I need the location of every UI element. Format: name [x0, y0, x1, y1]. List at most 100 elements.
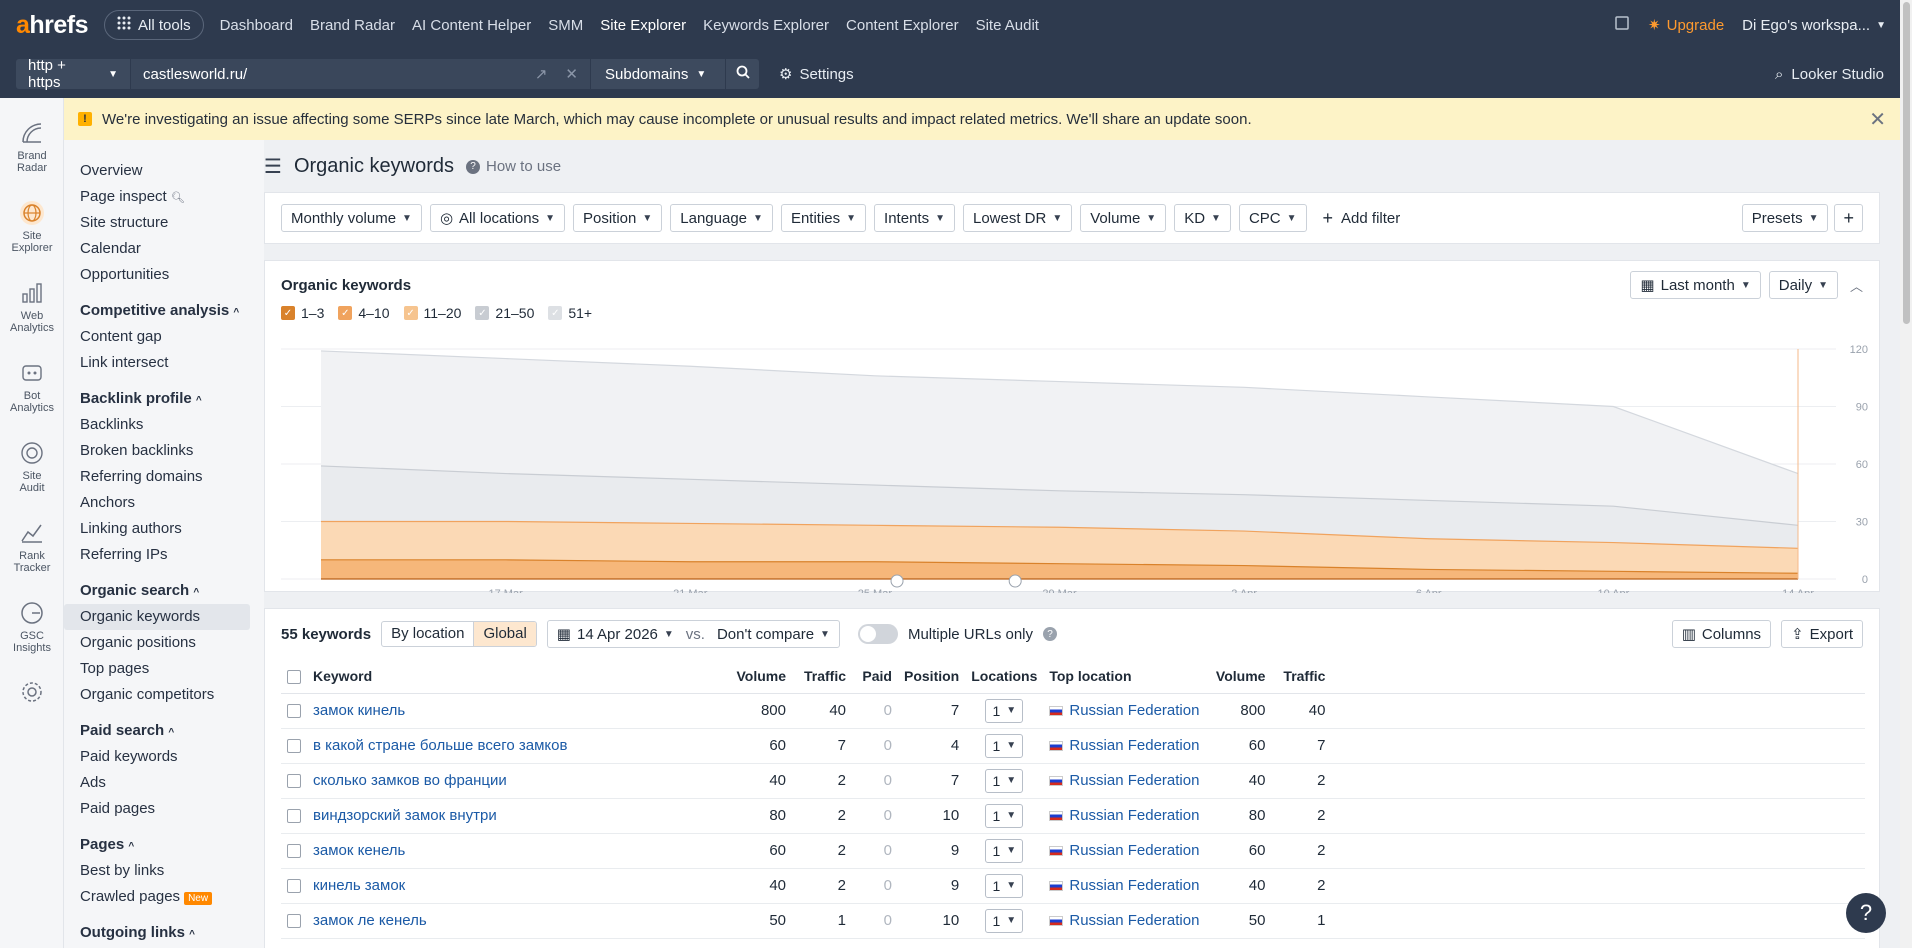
search-button[interactable] [725, 59, 759, 89]
top-location-link[interactable]: Russian Federation [1069, 737, 1199, 754]
locations-select[interactable]: 1 ▼ [985, 733, 1024, 758]
col-volume-2[interactable]: Volume [1205, 659, 1272, 694]
sidebar-item-calendar[interactable]: Calendar [64, 236, 250, 262]
keyword-link[interactable]: замок ле кенель [313, 912, 427, 929]
help-button[interactable]: ? [1846, 893, 1886, 933]
filter-volume[interactable]: Volume ▼ [1080, 204, 1167, 232]
workspace-menu[interactable]: Di Ego's workspa... ▼ [1742, 17, 1886, 34]
all-tools-button[interactable]: All tools [104, 10, 204, 40]
sidebar-item-organic-competitors[interactable]: Organic competitors [64, 682, 250, 708]
sidebar-item-page-inspect[interactable]: Page inspect 🔍︎ [64, 184, 250, 210]
by-location-button[interactable]: By location [382, 622, 473, 646]
row-checkbox[interactable] [281, 763, 307, 799]
col-top-location[interactable]: Top location [1043, 659, 1206, 694]
col-traffic-2[interactable]: Traffic [1271, 659, 1332, 694]
looker-studio-link[interactable]: ⌕ Looker Studio [1775, 66, 1884, 83]
how-to-use-link[interactable]: ? How to use [466, 158, 561, 175]
sidebar-group-competitive[interactable]: Competitive analysis ^ [64, 298, 264, 324]
row-checkbox[interactable] [281, 798, 307, 834]
filter-entities[interactable]: Entities ▼ [780, 204, 867, 232]
sidebar-group-pages[interactable]: Pages ^ [64, 832, 264, 858]
keyword-link[interactable]: сколько замков во франции [313, 772, 507, 789]
rail-site-explorer[interactable]: Site Explorer [0, 178, 64, 258]
row-checkbox[interactable] [281, 693, 307, 729]
top-location-link[interactable]: Russian Federation [1069, 807, 1199, 824]
nav-site-explorer[interactable]: Site Explorer [600, 17, 686, 34]
rail-gsc-insights[interactable]: GSC Insights [0, 578, 64, 658]
col-paid[interactable]: Paid [852, 659, 898, 694]
rail-settings[interactable] [0, 658, 64, 738]
sidebar-item-content-gap[interactable]: Content gap [64, 324, 250, 350]
sidebar-item-crawled-pages[interactable]: Crawled pages New [64, 884, 250, 910]
sidebar-item-broken-backlinks[interactable]: Broken backlinks [64, 438, 250, 464]
sidebar-item-referring-domains[interactable]: Referring domains [64, 464, 250, 490]
rail-brand-radar[interactable]: Brand Radar [0, 98, 64, 178]
settings-button[interactable]: ⚙ Settings [779, 65, 854, 84]
multiple-urls-toggle[interactable] [857, 624, 898, 644]
sidebar-item-site-structure[interactable]: Site structure [64, 210, 250, 236]
global-button[interactable]: Global [473, 622, 536, 646]
external-link-icon[interactable]: ↗ [535, 65, 548, 83]
col-locations[interactable]: Locations [965, 659, 1044, 694]
sidebar-item-paid-keywords[interactable]: Paid keywords [64, 744, 250, 770]
sidebar-item-paid-pages[interactable]: Paid pages [64, 796, 250, 822]
protocol-select[interactable]: http + https ▼ [16, 57, 130, 91]
keyword-link[interactable]: замок кенель [313, 842, 405, 859]
top-location-link[interactable]: Russian Federation [1069, 842, 1199, 859]
sidebar-item-organic-keywords[interactable]: Organic keywords [64, 604, 250, 630]
locations-select[interactable]: 1 ▼ [985, 908, 1024, 933]
filter-monthly-volume[interactable]: Monthly volume ▼ [281, 204, 422, 232]
row-checkbox[interactable] [281, 868, 307, 904]
locations-select[interactable]: 1 ▼ [985, 698, 1024, 723]
select-all-checkbox[interactable] [281, 659, 307, 694]
export-button[interactable]: ⇪ Export [1781, 620, 1863, 648]
keyword-link[interactable]: кинель замок [313, 877, 405, 894]
mode-select[interactable]: Subdomains ▼ [590, 59, 725, 89]
filter-language[interactable]: Language ▼ [670, 204, 773, 232]
nav-ai-content-helper[interactable]: AI Content Helper [412, 17, 531, 34]
nav-site-audit[interactable]: Site Audit [976, 17, 1039, 34]
sidebar-item-overview[interactable]: Overview [64, 158, 250, 184]
nav-keywords-explorer[interactable]: Keywords Explorer [703, 17, 829, 34]
top-location-link[interactable]: Russian Federation [1069, 912, 1199, 929]
row-checkbox[interactable] [281, 833, 307, 869]
locations-select[interactable]: 1 ▼ [985, 803, 1024, 828]
filter-lowest-dr[interactable]: Lowest DR ▼ [962, 204, 1073, 232]
nav-brand-radar[interactable]: Brand Radar [310, 17, 395, 34]
sidebar-item-backlinks[interactable]: Backlinks [64, 412, 250, 438]
col-traffic[interactable]: Traffic [792, 659, 852, 694]
row-checkbox[interactable] [281, 903, 307, 939]
sidebar-item-link-intersect[interactable]: Link intersect [64, 350, 250, 376]
sidebar-item-top-pages[interactable]: Top pages [64, 656, 250, 682]
locations-select[interactable]: 1 ▼ [985, 873, 1024, 898]
locations-select[interactable]: 1 ▼ [985, 838, 1024, 863]
add-preset-button[interactable]: + [1834, 204, 1863, 232]
nav-smm[interactable]: SMM [548, 17, 583, 34]
nav-content-explorer[interactable]: Content Explorer [846, 17, 959, 34]
col-keyword[interactable]: Keyword [307, 659, 722, 694]
filter-kd[interactable]: KD ▼ [1174, 204, 1231, 232]
sidebar-item-ads[interactable]: Ads [64, 770, 250, 796]
rail-web-analytics[interactable]: Web Analytics [0, 258, 64, 338]
sidebar-item-opportunities[interactable]: Opportunities [64, 262, 250, 288]
page-scrollbar[interactable] [1900, 0, 1912, 948]
sidebar-group-outgoing[interactable]: Outgoing links ^ [64, 920, 264, 946]
sidebar-item-linking-authors[interactable]: Linking authors [64, 516, 250, 542]
target-url-input[interactable]: castlesworld.ru/ ↗ ✕ [130, 59, 590, 89]
upgrade-link[interactable]: ✷ Upgrade [1648, 16, 1724, 35]
filter-cpc[interactable]: CPC ▼ [1238, 204, 1307, 232]
sidebar-item-referring-ips[interactable]: Referring IPs [64, 542, 250, 568]
sidebar-item-anchors[interactable]: Anchors [64, 490, 250, 516]
row-checkbox[interactable] [281, 728, 307, 764]
date-select[interactable]: ▦ 14 Apr 2026 ▼ vs. Don't compare ▼ [546, 620, 840, 648]
ahrefs-logo[interactable]: ahrefs [16, 11, 89, 40]
sidebar-group-paid[interactable]: Paid search ^ [64, 718, 264, 744]
add-filter-button[interactable]: + Add filter [1323, 208, 1401, 229]
top-location-link[interactable]: Russian Federation [1069, 877, 1199, 894]
filter-locations[interactable]: ◎ All locations ▼ [429, 204, 565, 232]
keyword-link[interactable]: в какой стране больше всего замков [313, 737, 567, 754]
col-position[interactable]: Position [898, 659, 966, 694]
columns-button[interactable]: ▥ Columns [1671, 620, 1772, 648]
sidebar-group-organic[interactable]: Organic search ^ [64, 578, 264, 604]
presets-button[interactable]: Presets ▼ [1741, 204, 1829, 232]
